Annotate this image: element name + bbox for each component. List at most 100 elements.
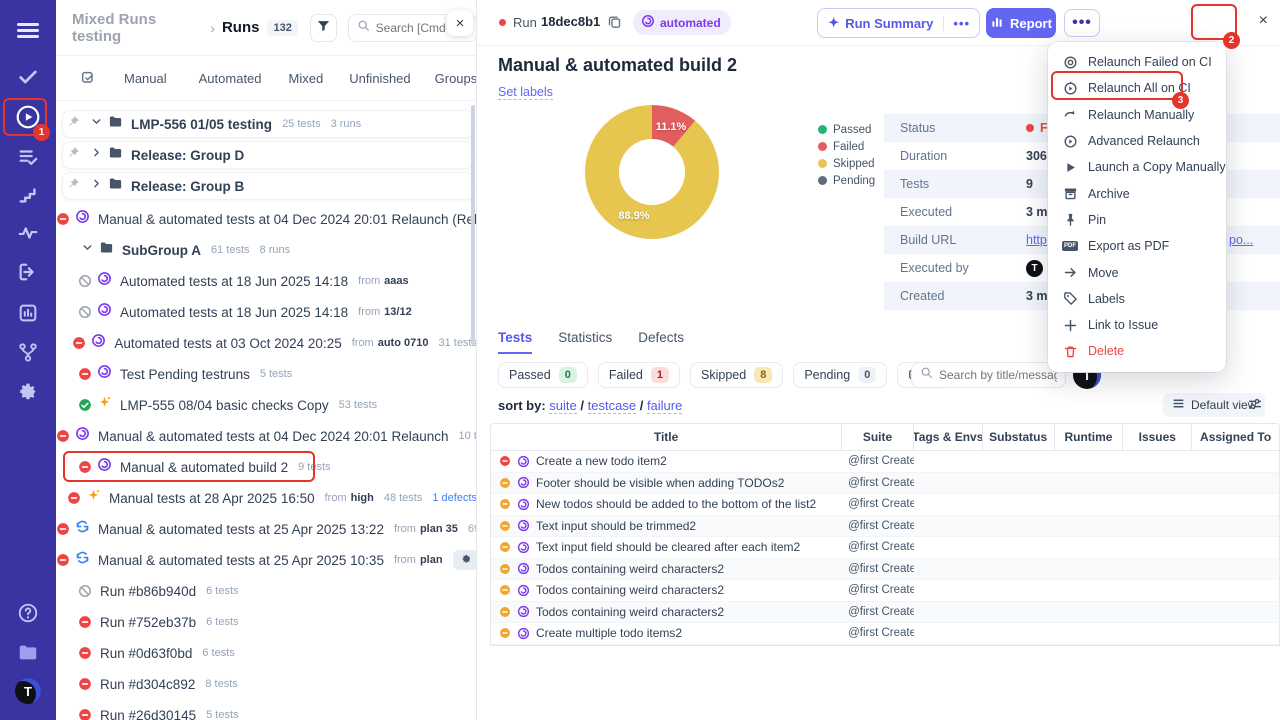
run-list-item[interactable]: Run #0d63f0bd 6 tests — [56, 639, 476, 667]
run-title[interactable]: Run #0d63f0bd — [100, 646, 192, 661]
branch-icon[interactable] — [0, 339, 56, 365]
column-header-issues[interactable]: Issues — [1123, 424, 1193, 450]
avatar-T[interactable]: T — [0, 678, 56, 704]
tab-statistics[interactable]: Statistics — [558, 330, 612, 354]
runs-tab-automated[interactable]: Automated — [199, 71, 262, 86]
run-summary-button[interactable]: ✦ Run Summary ••• — [817, 8, 980, 38]
run-title[interactable]: LMP-555 08/04 basic checks Copy — [120, 398, 329, 413]
chevron-right-icon[interactable] — [90, 146, 103, 164]
run-list-item[interactable]: Run #d304c892 8 tests — [56, 670, 476, 698]
table-row[interactable]: Text input field should be cleared after… — [491, 537, 1279, 559]
run-title[interactable]: Manual & automated tests at 04 Dec 2024 … — [98, 429, 448, 444]
sort-failure-link[interactable]: failure — [646, 398, 683, 414]
select-all-icon[interactable] — [80, 70, 96, 86]
more-actions-button[interactable]: ••• — [1064, 9, 1100, 37]
run-title[interactable]: Manual & automated build 2 — [120, 460, 288, 475]
tests-search[interactable] — [911, 362, 1066, 388]
table-settings-icon[interactable] — [1247, 396, 1263, 417]
steps-icon[interactable] — [0, 182, 56, 208]
set-labels-link[interactable]: Set labels — [498, 85, 553, 100]
run-list-item[interactable]: LMP-555 08/04 basic checks Copy 53 tests — [56, 391, 476, 419]
table-row[interactable]: Create multiple todo items2 @first Create… — [491, 623, 1279, 645]
run-title[interactable]: Test Pending testruns — [120, 367, 250, 382]
runs-tab-groups[interactable]: Groups — [435, 71, 476, 86]
automated-badge[interactable]: automated — [633, 10, 731, 35]
run-list-item[interactable]: Manual & automated build 2 9 tests — [56, 453, 476, 481]
table-row[interactable]: Create a new todo item2 @first Create ... — [491, 451, 1279, 473]
menu-item-delete[interactable]: Delete — [1048, 338, 1226, 364]
help-icon[interactable] — [0, 600, 56, 626]
sort-suite-link[interactable]: suite — [549, 398, 577, 414]
table-row[interactable]: Todos containing weird characters2 @first… — [491, 601, 1279, 623]
run-list-item[interactable]: Manual & automated tests at 25 Apr 2025 … — [56, 546, 476, 574]
filter-button[interactable] — [309, 13, 337, 42]
tab-defects[interactable]: Defects — [638, 330, 684, 354]
column-header-assigned-to[interactable]: Assigned To — [1192, 424, 1279, 450]
column-header-tags-envs[interactable]: Tags & Envs — [914, 424, 983, 450]
run-list-item[interactable]: Manual & automated tests at 04 Dec 2024 … — [56, 422, 476, 450]
check-icon[interactable] — [0, 64, 56, 90]
bar-chart-icon[interactable] — [0, 300, 56, 326]
table-row[interactable]: Text input should be trimmed2 @first Crea… — [491, 515, 1279, 537]
runs-tab-manual[interactable]: Manual — [124, 71, 167, 86]
column-header-suite[interactable]: Suite — [842, 424, 914, 450]
column-header-runtime[interactable]: Runtime — [1055, 424, 1124, 450]
filter-chip-failed[interactable]: Failed 1 — [597, 362, 680, 388]
table-row[interactable]: Todos containing weird characters2 @first… — [491, 558, 1279, 580]
menu-item-pin[interactable]: Pin — [1048, 207, 1226, 233]
menu-item-link-to-issue[interactable]: Link to Issue — [1048, 312, 1226, 338]
scrollbar-thumb[interactable] — [471, 105, 475, 345]
group-list-item[interactable]: Release: Group D — [62, 141, 474, 169]
gear-icon[interactable] — [0, 378, 56, 404]
menu-item-advanced-relaunch[interactable]: Advanced Relaunch — [1048, 128, 1226, 154]
folder-icon[interactable] — [0, 639, 56, 665]
sort-testcase-link[interactable]: testcase — [587, 398, 637, 414]
copy-icon[interactable] — [607, 14, 622, 34]
results-donut-chart[interactable]: 11.1% 88.9% — [585, 105, 719, 239]
tests-search-input[interactable] — [939, 368, 1057, 382]
run-title[interactable]: Manual & automated tests at 25 Apr 2025 … — [98, 522, 384, 537]
breadcrumb-project[interactable]: Mixed Runs testing — [72, 11, 203, 45]
menu-item-export-as-pdf[interactable]: PDF Export as PDF — [1048, 233, 1226, 259]
run-title[interactable]: Run #752eb37b — [100, 615, 196, 630]
chevron-down-icon[interactable] — [81, 241, 94, 259]
run-list-item[interactable]: Run #b86b940d 6 tests — [56, 577, 476, 605]
run-title[interactable]: Run #26d30145 — [100, 708, 196, 720]
filter-chip-pending[interactable]: Pending 0 — [793, 362, 888, 388]
run-title[interactable]: Automated tests at 18 Jun 2025 14:18 — [120, 305, 348, 320]
run-title[interactable]: Run #d304c892 — [100, 677, 195, 692]
run-title[interactable]: Manual & automated tests at 25 Apr 2025 … — [98, 553, 384, 568]
group-list-item[interactable]: Release: Group B — [62, 172, 474, 200]
run-title[interactable]: Automated tests at 03 Oct 2024 20:25 — [114, 336, 341, 351]
close-run-button[interactable]: × — [1259, 12, 1268, 30]
column-header-substatus[interactable]: Substatus — [983, 424, 1055, 450]
column-header-title[interactable]: Title — [491, 424, 843, 450]
table-row[interactable]: Footer should be visible when adding TOD… — [491, 472, 1279, 494]
run-title[interactable]: Run #b86b940d — [100, 584, 196, 599]
menu-icon[interactable] — [0, 17, 56, 43]
run-title[interactable]: Release: Group D — [131, 148, 244, 163]
group-list-item[interactable]: SubGroup A 61 tests 8 runs — [56, 236, 476, 264]
breadcrumb-page[interactable]: Runs — [222, 19, 260, 36]
menu-item-move[interactable]: Move — [1048, 259, 1226, 285]
group-list-item[interactable]: LMP-556 01/05 testing 25 tests 3 runs — [62, 110, 474, 138]
exit-icon[interactable] — [0, 259, 56, 285]
runs-tab-mixed[interactable]: Mixed — [289, 71, 324, 86]
defects-link[interactable]: 1 defects — [432, 492, 476, 504]
run-list-item[interactable]: Automated tests at 18 Jun 2025 14:18 from… — [56, 298, 476, 326]
run-title[interactable]: SubGroup A — [122, 243, 201, 258]
run-list-item[interactable]: Automated tests at 18 Jun 2025 14:18 from… — [56, 267, 476, 295]
menu-item-relaunch-manually[interactable]: Relaunch Manually — [1048, 102, 1226, 128]
run-title[interactable]: Manual tests at 28 Apr 2025 16:50 — [109, 491, 315, 506]
list-check-icon[interactable] — [0, 144, 56, 170]
run-list-item[interactable]: Manual & automated tests at 25 Apr 2025 … — [56, 515, 476, 543]
run-title[interactable]: Automated tests at 18 Jun 2025 14:18 — [120, 274, 348, 289]
filter-chip-skipped[interactable]: Skipped 8 — [690, 362, 784, 388]
run-list-item[interactable]: Test Pending testruns 5 tests — [56, 360, 476, 388]
run-title[interactable]: Manual & automated tests at 04 Dec 2024 … — [98, 212, 476, 227]
table-row[interactable]: Todos containing weird characters2 @first… — [491, 580, 1279, 602]
run-title[interactable]: Release: Group B — [131, 179, 244, 194]
filter-chip-passed[interactable]: Passed 0 — [498, 362, 588, 388]
run-list-item[interactable]: Manual tests at 28 Apr 2025 16:50 from hig… — [56, 484, 476, 512]
table-row[interactable]: New todos should be added to the bottom … — [491, 494, 1279, 516]
